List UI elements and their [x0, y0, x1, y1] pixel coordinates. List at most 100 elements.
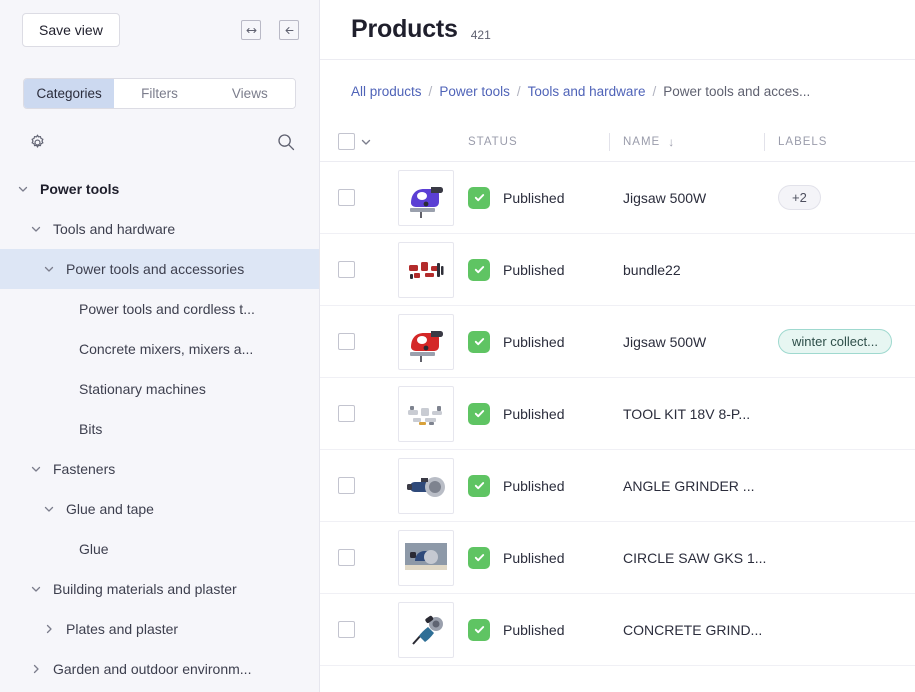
product-thumbnail-cell — [398, 241, 468, 298]
breadcrumb: All products / Power tools / Tools and hardw… — [320, 60, 915, 122]
tree-item-label: Building materials and plaster — [53, 581, 237, 597]
tab-views[interactable]: Views — [204, 79, 295, 108]
chevron-down-icon[interactable] — [29, 222, 43, 236]
status-cell: Published — [468, 618, 623, 641]
sidebar-tabs: Categories Filters Views — [23, 78, 296, 109]
app-root: Save view Categories Filters Views Power… — [0, 0, 915, 692]
tree-item-fasteners[interactable]: Fasteners — [0, 449, 319, 489]
table-row[interactable]: Published TOOL KIT 18V 8-P... — [320, 378, 915, 450]
tree-item-building-materials-and-plaster[interactable]: Building materials and plaster — [0, 569, 319, 609]
table-row[interactable]: Published Jigsaw 500W winter collect... — [320, 306, 915, 378]
label-chip[interactable]: winter collect... — [778, 329, 892, 354]
table-row[interactable]: Published CIRCLE SAW GKS 1... — [320, 522, 915, 594]
tree-item-stationary-machines[interactable]: Stationary machines — [0, 369, 319, 409]
sort-arrow-icon[interactable]: ↓ — [668, 135, 674, 149]
row-select-cell — [320, 477, 360, 494]
name-cell: TOOL KIT 18V 8-P... — [623, 406, 778, 422]
product-thumbnail-cell — [398, 385, 468, 442]
breadcrumb-item[interactable]: Power tools — [439, 84, 510, 99]
published-check-icon — [468, 618, 490, 641]
column-header-status[interactable]: STATUS — [468, 136, 623, 148]
breadcrumb-item[interactable]: All products — [351, 84, 422, 99]
status-cell: Published — [468, 258, 623, 281]
tab-filters[interactable]: Filters — [114, 79, 205, 108]
row-checkbox[interactable] — [337, 261, 355, 278]
table-row[interactable]: Published ANGLE GRINDER ... — [320, 450, 915, 522]
row-select-cell — [320, 549, 360, 566]
header-divider — [764, 132, 765, 151]
tree-item-label: Power tools — [40, 181, 120, 197]
collapse-left-icon[interactable] — [279, 20, 299, 40]
tree-item-tools-and-hardware[interactable]: Tools and hardware — [0, 209, 319, 249]
status-cell: Published — [468, 186, 623, 209]
jigsaw-purple-thumbnail[interactable] — [398, 169, 454, 226]
published-check-icon — [468, 186, 490, 209]
search-icon[interactable] — [276, 132, 296, 152]
row-checkbox[interactable] — [337, 189, 355, 206]
name-cell: ANGLE GRINDER ... — [623, 478, 778, 494]
chevron-down-icon[interactable] — [42, 502, 56, 516]
tree-item-concrete-mixers-mixers-a[interactable]: Concrete mixers, mixers a... — [0, 329, 319, 369]
breadcrumb-item: Power tools and acces... — [663, 83, 811, 99]
sidebar-toolbar: Save view — [0, 0, 319, 60]
select-all-checkbox[interactable] — [337, 133, 355, 150]
row-checkbox[interactable] — [337, 405, 355, 422]
product-name: CONCRETE GRIND... — [623, 621, 763, 638]
gear-icon[interactable] — [28, 133, 47, 152]
chevron-down-icon[interactable] — [16, 182, 30, 196]
resize-horizontal-icon[interactable] — [241, 20, 261, 40]
column-header-name[interactable]: NAME ↓ — [609, 132, 778, 151]
table-row[interactable]: Published Jigsaw 500W +2 — [320, 162, 915, 234]
concrete-grinder-thumbnail[interactable] — [398, 601, 454, 658]
tree-item-power-tools-and-accessories[interactable]: Power tools and accessories — [0, 249, 319, 289]
bulk-actions-caret[interactable] — [360, 136, 398, 148]
products-table: STATUS NAME ↓ LABELS Published Jigsaw 500… — [320, 122, 915, 692]
row-checkbox[interactable] — [337, 621, 355, 638]
row-select-cell — [320, 333, 360, 350]
tree-item-power-tools[interactable]: Power tools — [0, 169, 319, 209]
tree-item-power-tools-and-cordless-t[interactable]: Power tools and cordless t... — [0, 289, 319, 329]
row-checkbox[interactable] — [337, 333, 355, 350]
tool-kit-thumbnail[interactable] — [398, 385, 454, 442]
chevron-right-icon[interactable] — [29, 662, 43, 676]
published-check-icon — [468, 546, 490, 569]
row-select-cell — [320, 261, 360, 278]
column-header-labels[interactable]: LABELS — [764, 132, 915, 151]
tool-bundle-thumbnail[interactable] — [398, 241, 454, 298]
save-view-button[interactable]: Save view — [22, 13, 120, 47]
label-chip[interactable]: +2 — [778, 185, 821, 210]
tree-item-glue-and-tape[interactable]: Glue and tape — [0, 489, 319, 529]
chevron-down-icon[interactable] — [29, 462, 43, 476]
tree-item-glue[interactable]: Glue — [0, 529, 319, 569]
tree-item-label: Concrete mixers, mixers a... — [79, 341, 254, 357]
row-checkbox[interactable] — [337, 477, 355, 494]
product-count: 421 — [470, 27, 491, 42]
tab-categories[interactable]: Categories — [24, 79, 115, 108]
column-header-labels-label: LABELS — [778, 135, 828, 148]
tree-item-plates-and-plaster[interactable]: Plates and plaster — [0, 609, 319, 649]
circle-saw-thumbnail[interactable] — [398, 529, 454, 586]
tree-item-bits[interactable]: Bits — [0, 409, 319, 449]
category-tree: Power tools Tools and hardware Power tools… — [0, 169, 319, 692]
chevron-down-icon[interactable] — [42, 262, 56, 276]
published-check-icon — [468, 258, 490, 281]
name-cell: bundle22 — [623, 262, 778, 278]
product-thumbnail-cell — [398, 169, 468, 226]
product-thumbnail-cell — [398, 529, 468, 586]
angle-grinder-thumbnail[interactable] — [398, 457, 454, 514]
jigsaw-red-thumbnail[interactable] — [398, 313, 454, 370]
breadcrumb-separator: / — [428, 83, 433, 99]
row-checkbox[interactable] — [337, 549, 355, 566]
breadcrumb-item[interactable]: Tools and hardware — [528, 84, 646, 99]
tree-item-label: Stationary machines — [79, 381, 206, 397]
tree-item-garden-and-outdoor-environm[interactable]: Garden and outdoor environm... — [0, 649, 319, 689]
sidebar: Save view Categories Filters Views Power… — [0, 0, 320, 692]
product-name: Jigsaw 500W — [623, 333, 707, 350]
chevron-right-icon[interactable] — [42, 622, 56, 636]
status-label: Published — [503, 261, 565, 278]
table-row[interactable]: Published bundle22 — [320, 234, 915, 306]
product-name: TOOL KIT 18V 8-P... — [623, 405, 751, 422]
tree-item-label: Garden and outdoor environm... — [53, 661, 252, 677]
chevron-down-icon[interactable] — [29, 582, 43, 596]
table-row[interactable]: Published CONCRETE GRIND... — [320, 594, 915, 666]
